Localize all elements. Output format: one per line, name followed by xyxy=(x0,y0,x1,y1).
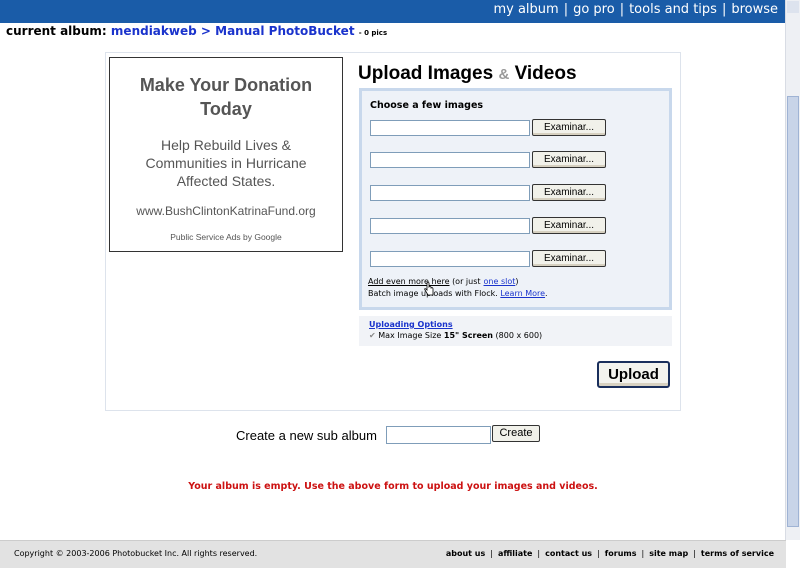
choose-images-label: Choose a few images xyxy=(370,100,484,111)
file-path-input[interactable] xyxy=(370,251,530,267)
footer-contact-us[interactable]: contact us xyxy=(545,549,592,558)
scrollbar-thumb[interactable] xyxy=(787,96,799,527)
checkmark-icon: ✔ xyxy=(369,331,376,340)
hand-cursor-icon xyxy=(424,282,434,296)
upload-box: Choose a few images Examinar... Examinar… xyxy=(359,88,672,310)
file-slot-2: Examinar... xyxy=(370,151,610,168)
breadcrumb-label: current album: xyxy=(6,24,107,38)
footer-separator: | xyxy=(597,549,600,558)
learn-more-period: . xyxy=(545,289,548,298)
footer-links: about us | affiliate | contact us | forums | sit… xyxy=(446,549,774,558)
uploading-options-link[interactable]: Uploading Options xyxy=(369,320,453,329)
vertical-scrollbar[interactable] xyxy=(785,0,800,540)
sub-album-input[interactable] xyxy=(386,426,491,444)
ad-footer[interactable]: Public Service Ads by Google xyxy=(110,232,342,242)
file-path-input[interactable] xyxy=(370,120,530,136)
close-paren: ) xyxy=(515,277,519,286)
browse-button[interactable]: Examinar... xyxy=(532,119,606,136)
nav-separator: | xyxy=(619,2,625,17)
ad-title[interactable]: Make Your Donation Today xyxy=(110,73,342,121)
footer: Copyright © 2003-2006 Photobucket Inc. A… xyxy=(0,540,786,568)
nav-my-album[interactable]: my album xyxy=(493,2,558,17)
ad-body: Help Rebuild Lives & Communities in Hurr… xyxy=(145,137,307,189)
add-more-link[interactable]: Add even more here xyxy=(368,277,450,286)
create-sub-album-button[interactable]: Create xyxy=(492,425,540,442)
max-size-line: ✔ Max Image Size 15" Screen (800 x 600) xyxy=(369,331,542,340)
top-nav: my album | go pro | tools and tips | browse xyxy=(493,2,778,17)
browse-button[interactable]: Examinar... xyxy=(532,151,606,168)
footer-separator: | xyxy=(641,549,645,558)
upload-title-amp: & xyxy=(498,66,510,83)
or-just-text: (or just xyxy=(452,277,481,286)
top-nav-bar: my album | go pro | tools and tips | browse xyxy=(0,0,786,23)
nav-tools-and-tips[interactable]: tools and tips xyxy=(629,2,717,17)
max-size-value: 15" Screen xyxy=(443,331,493,340)
breadcrumb-arrow: > xyxy=(200,24,211,38)
pic-count: - 0 pics xyxy=(358,29,388,37)
footer-terms[interactable]: terms of service xyxy=(701,549,774,558)
scroll-up-arrow-icon[interactable] xyxy=(787,1,799,13)
flock-line: Batch image uploads with Flock. Learn Mo… xyxy=(368,289,548,298)
ad-url[interactable]: www.BushClintonKatrinaFund.org xyxy=(110,204,342,218)
sub-album-label: Create a new sub album xyxy=(236,428,377,443)
browse-button[interactable]: Examinar... xyxy=(532,217,606,234)
footer-separator: | xyxy=(537,549,541,558)
upload-title-videos: Videos xyxy=(514,63,577,84)
nav-go-pro[interactable]: go pro xyxy=(573,2,615,17)
file-path-input[interactable] xyxy=(370,218,530,234)
browse-button[interactable]: Examinar... xyxy=(532,184,606,201)
max-size-label: Max Image Size xyxy=(378,331,442,340)
footer-affiliate[interactable]: affiliate xyxy=(498,549,532,558)
file-path-input[interactable] xyxy=(370,152,530,168)
file-slot-5: Examinar... xyxy=(370,250,610,267)
copyright: Copyright © 2003-2006 Photobucket Inc. A… xyxy=(14,549,258,558)
file-slot-3: Examinar... xyxy=(370,184,610,201)
footer-separator: | xyxy=(490,549,493,558)
nav-browse[interactable]: browse xyxy=(731,2,778,17)
file-slot-4: Examinar... xyxy=(370,217,610,234)
footer-about-us[interactable]: about us xyxy=(446,549,485,558)
footer-site-map[interactable]: site map xyxy=(649,549,688,558)
max-size-dims: (800 x 600) xyxy=(495,331,543,340)
learn-more-link[interactable]: Learn More xyxy=(500,289,545,298)
breadcrumb-album-link[interactable]: mendiakweb xyxy=(111,24,197,38)
upload-title: Upload Images & Videos xyxy=(358,63,577,85)
footer-separator: | xyxy=(693,549,696,558)
donation-ad[interactable]: Make Your Donation Today Help Rebuild Li… xyxy=(109,57,343,252)
browse-button[interactable]: Examinar... xyxy=(532,250,606,267)
nav-separator: | xyxy=(721,2,727,17)
nav-separator: | xyxy=(563,2,569,17)
breadcrumb: current album: mendiakweb > Manual Photo… xyxy=(6,24,387,38)
file-slot-1: Examinar... xyxy=(370,119,610,136)
footer-forums[interactable]: forums xyxy=(605,549,637,558)
empty-album-message: Your album is empty. Use the above form … xyxy=(188,481,598,492)
breadcrumb-subalbum-link[interactable]: Manual PhotoBucket xyxy=(215,24,354,38)
file-path-input[interactable] xyxy=(370,185,530,201)
one-slot-link[interactable]: one slot xyxy=(484,277,516,286)
upload-title-images: Upload Images xyxy=(358,63,494,84)
upload-button[interactable]: Upload xyxy=(597,361,670,388)
uploading-options: Uploading Options ✔ Max Image Size 15" S… xyxy=(359,316,672,346)
add-more-line: Add even more here (or just one slot) xyxy=(368,277,519,286)
upload-box-inner: Choose a few images Examinar... Examinar… xyxy=(362,91,669,307)
